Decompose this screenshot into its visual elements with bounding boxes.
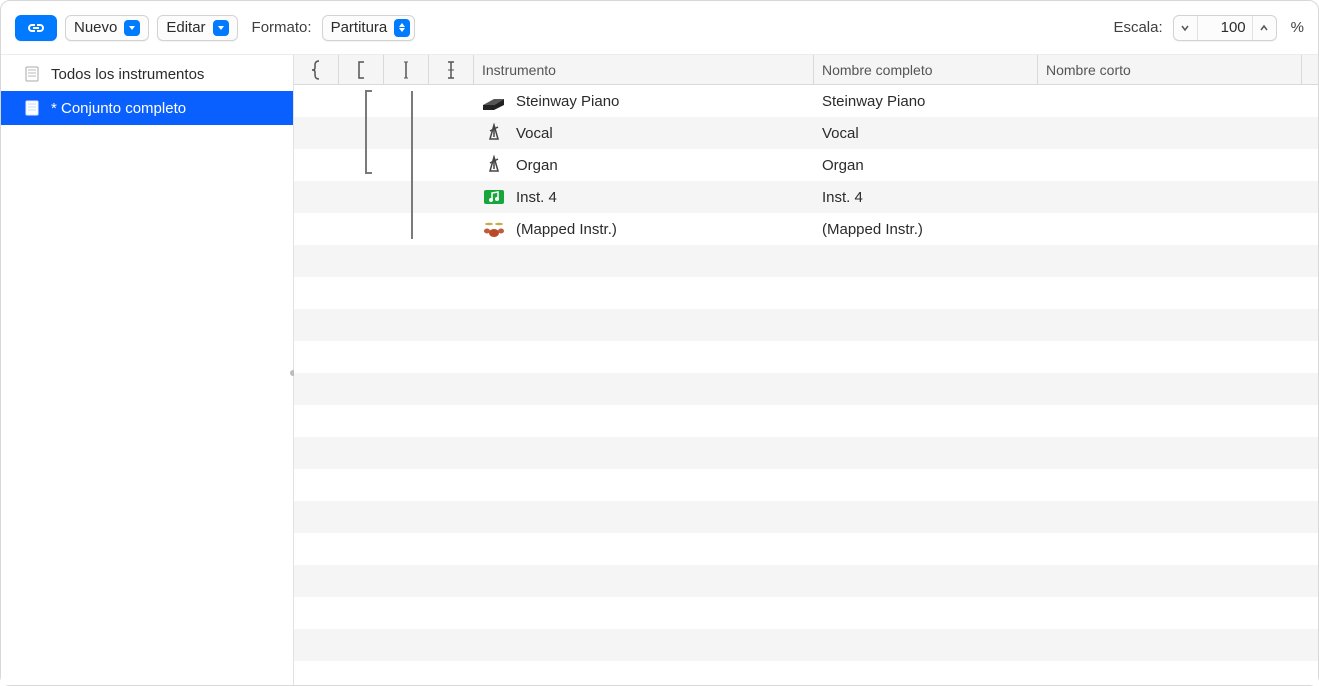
percent-suffix: % [1291,19,1304,36]
edit-menu-button[interactable]: Editar [157,15,237,41]
main-panel: Instrumento Nombre completo Nombre corto [294,55,1318,685]
column-header-bracket-barline[interactable] [429,55,474,84]
column-header-bracket-square[interactable] [339,55,384,84]
brace-curly-icon [310,60,322,80]
cell-nombre-completo[interactable]: Steinway Piano [814,85,1038,117]
chevron-down-icon [1180,23,1190,33]
table-row[interactable]: Organ Organ [294,149,1318,181]
scale-stepper[interactable]: 100 [1173,15,1277,41]
cell-nombre-completo[interactable]: (Mapped Instr.) [814,213,1038,245]
bracket-cells[interactable] [294,149,474,181]
score-sets-window: Nuevo Editar Formato: Partitura Escala: … [0,0,1319,686]
cell-text: Organ [822,157,864,174]
cell-nombre-corto[interactable] [1038,85,1318,117]
cell-text: (Mapped Instr.) [516,221,617,238]
sidebar-item-label: Todos los instrumentos [51,66,204,83]
table-body: Steinway Piano Steinway Piano Vocal Voca… [294,85,1318,685]
table-row[interactable]: Vocal Vocal [294,117,1318,149]
cell-instrumento[interactable]: Vocal [474,117,814,149]
chevron-up-icon [1259,23,1269,33]
column-header-label: Nombre corto [1046,62,1131,78]
scale-decrement-button[interactable] [1174,16,1198,40]
cell-instrumento[interactable]: Organ [474,149,814,181]
barline-double-icon [446,60,456,80]
cell-instrumento[interactable]: Steinway Piano [474,85,814,117]
brace-square-icon [356,60,366,80]
header-spacer [1302,55,1318,84]
software-instrument-icon [482,187,506,207]
column-header-nombre-completo[interactable]: Nombre completo [814,55,1038,84]
metronome-icon [482,155,506,175]
column-header-label: Nombre completo [822,62,933,78]
body: Todos los instrumentos * Conjunto comple… [1,55,1318,685]
table-row[interactable]: Inst. 4 Inst. 4 [294,181,1318,213]
chevron-down-icon [124,20,140,36]
bracket-cells[interactable] [294,117,474,149]
scale-value[interactable]: 100 [1198,19,1252,36]
table-row[interactable]: Steinway Piano Steinway Piano [294,85,1318,117]
cell-text: Vocal [516,125,553,142]
cell-text: Steinway Piano [822,93,925,110]
cell-text: Steinway Piano [516,93,619,110]
piano-icon [482,91,506,111]
cell-text: (Mapped Instr.) [822,221,923,238]
sidebar-item-all-instruments[interactable]: Todos los instrumentos [1,57,293,91]
table-header: Instrumento Nombre completo Nombre corto [294,55,1318,85]
sidebar-item-label: * Conjunto completo [51,100,186,117]
format-select-value: Partitura [331,19,388,36]
column-header-bracket-curly[interactable] [294,55,339,84]
bracket-cells[interactable] [294,85,474,117]
bracket-cells[interactable] [294,181,474,213]
link-button[interactable] [15,15,57,41]
cell-nombre-completo[interactable]: Vocal [814,117,1038,149]
format-label: Formato: [252,19,312,36]
cell-nombre-corto[interactable] [1038,117,1318,149]
document-icon [23,99,41,117]
table-row[interactable]: (Mapped Instr.) (Mapped Instr.) [294,213,1318,245]
cell-nombre-completo[interactable]: Organ [814,149,1038,181]
column-header-instrumento[interactable]: Instrumento [474,55,814,84]
cell-text: Inst. 4 [822,189,863,206]
drumkit-icon [482,219,506,239]
new-menu-label: Nuevo [74,19,117,36]
cell-text: Organ [516,157,558,174]
cell-instrumento[interactable]: Inst. 4 [474,181,814,213]
sidebar-item-full-set[interactable]: * Conjunto completo [1,91,293,125]
scale-increment-button[interactable] [1252,16,1276,40]
cell-nombre-corto[interactable] [1038,149,1318,181]
cell-instrumento[interactable]: (Mapped Instr.) [474,213,814,245]
chevron-down-icon [213,20,229,36]
new-menu-button[interactable]: Nuevo [65,15,149,41]
format-select[interactable]: Partitura [322,15,416,41]
cell-nombre-corto[interactable] [1038,213,1318,245]
sidebar: Todos los instrumentos * Conjunto comple… [1,55,294,685]
metronome-icon [482,123,506,143]
cell-nombre-completo[interactable]: Inst. 4 [814,181,1038,213]
column-header-nombre-corto[interactable]: Nombre corto [1038,55,1302,84]
cell-text: Vocal [822,125,859,142]
column-header-bracket-line[interactable] [384,55,429,84]
bracket-cells[interactable] [294,213,474,245]
link-icon [26,21,46,35]
scale-label: Escala: [1113,19,1162,36]
cell-text: Inst. 4 [516,189,557,206]
cell-nombre-corto[interactable] [1038,181,1318,213]
toolbar: Nuevo Editar Formato: Partitura Escala: … [1,1,1318,55]
column-header-label: Instrumento [482,62,556,78]
updown-icon [394,19,410,37]
document-icon [23,65,41,83]
barline-icon [401,60,411,80]
edit-menu-label: Editar [166,19,205,36]
